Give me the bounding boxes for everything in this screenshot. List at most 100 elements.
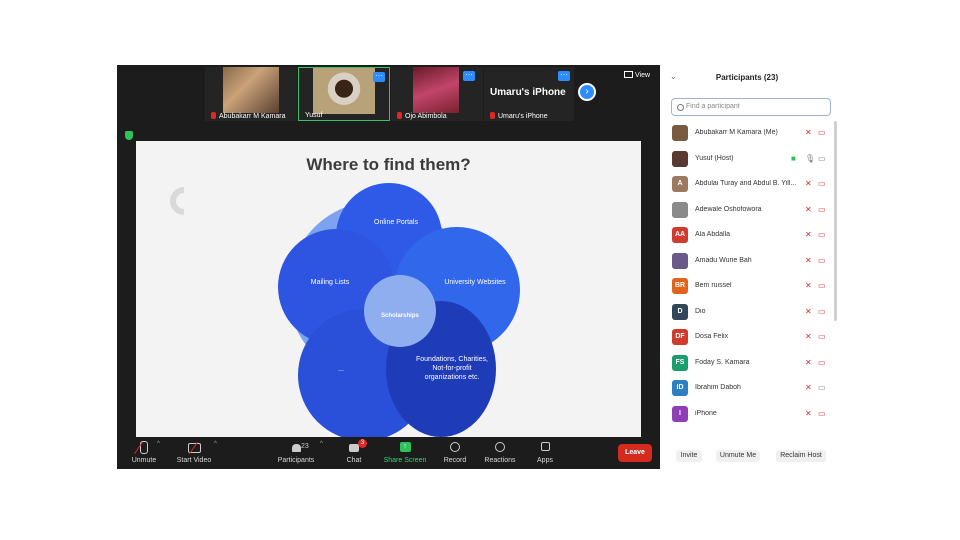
view-label: View <box>635 72 651 79</box>
reclaim-host-button[interactable]: Reclaim Host <box>776 450 826 462</box>
reactions-label: Reactions <box>484 457 516 464</box>
avatar: I <box>672 405 688 422</box>
video-options-caret-icon[interactable]: ^ <box>214 441 217 447</box>
video-off-icon: ▭ <box>818 357 826 367</box>
participant-name: Amadu Wurie Bah <box>695 256 752 264</box>
chat-label: Chat <box>346 457 362 464</box>
participants-icon: 23 <box>271 440 321 455</box>
participant-list: Abubakarr M Kamara (Me) ✕ ▭ Yusuf (Host) 🎙 ▭ ■… <box>662 121 837 437</box>
video-thumbnail[interactable]: ··· Ojo Abimbola <box>391 67 483 121</box>
reactions-icon <box>475 440 525 455</box>
record-icon <box>430 440 480 455</box>
participants-label: Participants <box>277 457 315 464</box>
decorative-arc <box>164 181 204 221</box>
participant-name: Ibrahim Daboh <box>695 384 741 391</box>
video-thumbnail[interactable]: Umaru's iPhone ··· Umaru's iPhone <box>484 67 574 121</box>
view-button[interactable]: View <box>624 71 650 79</box>
list-scrollbar[interactable] <box>834 121 837 321</box>
audio-options-caret-icon[interactable]: ^ <box>157 441 160 447</box>
participant-row[interactable]: AA Ala Abdalla ✕ ▭ <box>662 223 837 248</box>
participant-row[interactable]: Abubakarr M Kamara (Me) ✕ ▭ <box>662 121 837 146</box>
participant-row[interactable]: A Abdulai Turay and Abdul B. Yill... ✕ ▭ <box>662 172 837 197</box>
participant-name: Foday S. Kamara <box>695 358 750 366</box>
next-page-button[interactable]: › <box>578 83 596 101</box>
participant-video <box>313 68 375 114</box>
video-off-icon: ▭ <box>818 306 826 316</box>
unmute-me-button[interactable]: Unmute Me <box>716 450 760 462</box>
petal-label-bottom-left: ... <box>338 366 344 373</box>
avatar: FS <box>672 354 688 371</box>
petal-label-university-websites: University Websites <box>444 279 506 286</box>
participant-row[interactable]: Yusuf (Host) 🎙 ▭ ■ <box>662 147 837 172</box>
chat-icon: 3 <box>329 439 379 455</box>
chat-badge: 3 <box>358 439 367 448</box>
more-options-icon[interactable]: ··· <box>558 71 570 81</box>
share-screen-button[interactable]: ↑ Share Screen <box>380 440 430 464</box>
video-off-icon: ▭ <box>818 332 826 341</box>
mic-muted-icon: ✕ <box>805 383 812 392</box>
video-thumbnail-active[interactable]: ··· Yusuf <box>298 67 390 121</box>
avatar <box>672 150 688 167</box>
slide-title: Where to find them? <box>306 155 471 174</box>
record-button[interactable]: Record <box>430 440 480 464</box>
chat-button[interactable]: 3 Chat <box>329 439 379 464</box>
leave-button[interactable]: Leave <box>618 444 652 462</box>
share-screen-icon: ■ <box>791 153 796 163</box>
center-circle <box>364 275 436 347</box>
participant-name: Abubakarr M Kamara <box>219 113 286 120</box>
avatar: DF <box>672 329 688 345</box>
search-placeholder: Find a participant <box>686 103 740 110</box>
mic-muted-icon: ✕ <box>805 128 812 137</box>
mic-muted-icon <box>211 112 216 119</box>
reactions-button[interactable]: Reactions <box>475 440 525 464</box>
participant-name: Dosa Felix <box>695 333 729 340</box>
participants-button[interactable]: 23 Participants <box>271 440 321 464</box>
participant-row[interactable]: ID Ibrahim Daboh ✕ ▭ <box>662 376 837 401</box>
more-options-icon[interactable]: ··· <box>463 71 475 81</box>
mic-muted-icon: ✕ <box>805 255 812 265</box>
mic-muted-icon: ✕ <box>805 204 812 214</box>
participant-row[interactable]: Adewale Oshofowora ✕ ▭ <box>662 198 837 223</box>
apps-button[interactable]: Apps <box>520 440 570 464</box>
apps-label: Apps <box>537 457 553 464</box>
avatar: BR <box>672 278 688 294</box>
participant-name: Yusuf (Host) <box>695 154 734 162</box>
video-off-icon <box>169 440 219 455</box>
video-off-icon: ▭ <box>818 255 826 265</box>
participant-row[interactable]: D Dio ✕ ▭ <box>662 300 837 325</box>
video-off-icon: ▭ <box>818 179 826 188</box>
mic-muted-icon: ✕ <box>805 179 812 188</box>
participants-caret-icon[interactable]: ^ <box>320 441 323 447</box>
participant-row[interactable]: DF Dosa Felix ✕ ▭ <box>662 325 837 350</box>
record-label: Record <box>443 457 467 464</box>
shared-screen-slide: Where to find them? Online Portals Maili… <box>136 141 641 441</box>
apps-icon <box>520 440 570 455</box>
participant-name: Bem ruissel <box>695 282 732 289</box>
avatar <box>672 125 688 141</box>
video-off-icon: ▭ <box>818 408 826 418</box>
avatar: AA <box>672 227 688 243</box>
mic-muted-icon: ✕ <box>805 357 812 367</box>
mic-muted-icon: ✕ <box>805 332 812 341</box>
microphone-icon: 🎙 <box>805 153 816 163</box>
meeting-toolbar: Unmute ^ Start Video ^ 23 Participants ^… <box>117 437 660 469</box>
participant-name: Dio <box>695 307 706 315</box>
start-video-button[interactable]: Start Video <box>169 440 219 464</box>
video-strip: Abubakarr M Kamara ··· Yusuf ··· Ojo Abi… <box>117 65 660 122</box>
participant-name: Abdulai Turay and Abdul B. Yill... <box>695 180 797 187</box>
more-options-icon[interactable]: ··· <box>373 72 385 82</box>
invite-button[interactable]: Invite <box>676 450 702 462</box>
video-thumbnail[interactable]: Abubakarr M Kamara <box>205 67 297 121</box>
mic-muted-icon: ✕ <box>805 230 812 239</box>
participant-row[interactable]: FS Foday S. Kamara ✕ ▭ <box>662 351 837 376</box>
participant-row[interactable]: Amadu Wurie Bah ✕ ▭ <box>662 249 837 274</box>
security-shield-icon[interactable] <box>125 131 133 140</box>
participant-video <box>413 67 459 113</box>
avatar <box>672 252 688 269</box>
video-off-icon: ▭ <box>818 230 826 239</box>
participant-row[interactable]: IiPhone ✕ ▭ <box>662 402 837 427</box>
participant-name: Yusuf <box>305 112 323 119</box>
participant-search-input[interactable]: Find a participant <box>671 98 831 116</box>
participant-row[interactable]: BR Bem ruissel ✕ ▭ <box>662 274 837 299</box>
unmute-button[interactable]: Unmute <box>119 440 169 464</box>
